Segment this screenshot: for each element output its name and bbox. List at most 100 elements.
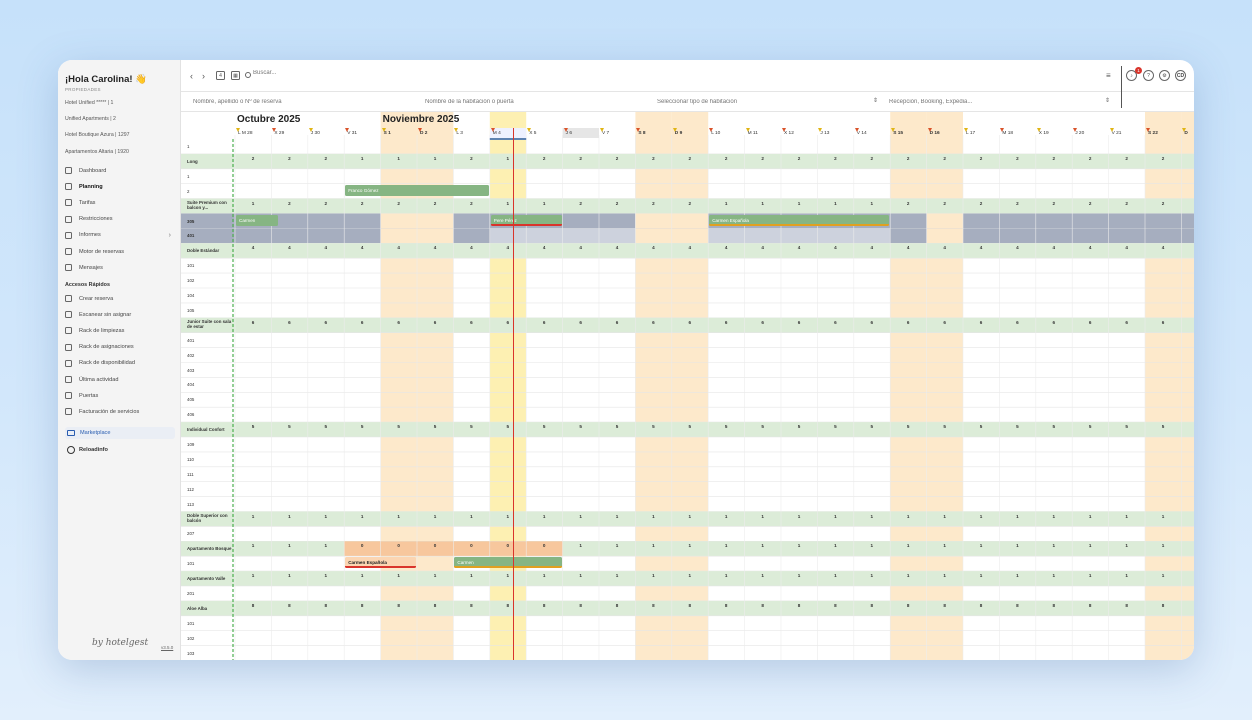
reservation-bar[interactable]: Carmen Española xyxy=(709,214,890,226)
availability-count: 8 xyxy=(834,602,837,608)
search-input[interactable] xyxy=(253,70,453,76)
room-number-label: 405 xyxy=(187,397,195,403)
availability-count: 4 xyxy=(870,245,874,251)
quick-item-rack-de-limpiezas[interactable]: Rack de limpiezas xyxy=(65,325,175,336)
reservation-bar[interactable]: Carmen xyxy=(454,557,562,569)
channel-select[interactable] xyxy=(889,96,1099,108)
marketplace-button[interactable]: Marketplace xyxy=(65,427,175,439)
app-window: ¡Hola Carolina! 👋 PROPIEDADES Hotel Unif… xyxy=(58,60,1194,660)
quick-label: Rack de limpiezas xyxy=(79,327,125,334)
room-type-label: Junior Suite con sala de estar xyxy=(187,318,232,329)
nav-item-mensajes[interactable]: Mensajes xyxy=(65,262,175,273)
user-avatar[interactable]: CD xyxy=(1175,70,1186,81)
cleaning-icon xyxy=(65,327,72,335)
event-flag-icon xyxy=(563,128,568,132)
availability-count: 1 xyxy=(1161,513,1165,519)
assign-icon xyxy=(65,343,72,351)
nav-label: Mensajes xyxy=(79,264,103,271)
availability-count: 8 xyxy=(579,602,582,608)
availability-count: 1 xyxy=(251,543,255,549)
calendar-icon[interactable]: 4 xyxy=(216,71,225,80)
availability-count: 2 xyxy=(324,155,328,161)
nav-item-motor-de-reservas[interactable]: Motor de reservas xyxy=(65,246,175,257)
availability-count: 8 xyxy=(615,602,619,608)
reload-icon xyxy=(67,446,75,454)
availability-count: 8 xyxy=(724,602,728,608)
available-cell xyxy=(671,228,709,244)
help-icon[interactable]: ? xyxy=(1143,70,1154,81)
filter-icon[interactable]: ≡ xyxy=(1106,71,1111,80)
property-item[interactable]: Unified Apartments | 2 xyxy=(65,116,116,122)
availability-count: 4 xyxy=(834,245,837,251)
availability-count: 6 xyxy=(288,319,291,325)
quick-item-rack-de-disponibilidad[interactable]: Rack de disponibilidad xyxy=(65,358,175,369)
grid-view-icon[interactable]: ▦ xyxy=(231,71,240,80)
dashboard-icon xyxy=(65,167,72,174)
nav-item-restricciones[interactable]: Restricciones xyxy=(65,214,175,225)
reservation-bar[interactable]: Carmen xyxy=(236,214,278,226)
availability-count: 1 xyxy=(943,543,946,549)
availability-count: 8 xyxy=(652,602,655,608)
availability-count: 1 xyxy=(652,513,655,519)
quick-item-crear-reserva[interactable]: Crear reserva xyxy=(65,293,175,304)
room-number-label: 1 xyxy=(187,173,190,179)
availability-count: 5 xyxy=(360,424,364,430)
availability-count: 6 xyxy=(1189,320,1194,325)
reservation-bar[interactable]: Pere Pérez xyxy=(490,214,562,226)
version-link[interactable]: v3.5.0 xyxy=(161,645,173,650)
plus-circle-icon xyxy=(65,295,72,302)
room-type-label: Aloe Alba xyxy=(187,605,208,611)
nav-item-dashboard[interactable]: Dashboard xyxy=(65,165,175,176)
availability-count: 1 xyxy=(1052,573,1056,579)
availability-count: 2 xyxy=(1125,200,1128,206)
property-item[interactable]: Apartamentos Altaria | 1920 xyxy=(65,149,129,155)
forward-button[interactable]: › xyxy=(202,71,205,81)
room-type-label: Long xyxy=(187,158,198,164)
availability-count: 2 xyxy=(1161,155,1165,161)
availability-count: 1 xyxy=(979,543,983,549)
nav-item-tarifas[interactable]: Tarifas xyxy=(65,197,175,208)
availability-count: 5 xyxy=(834,424,837,430)
availability-count: 4 xyxy=(1125,245,1128,251)
day-header: L M 28 xyxy=(238,131,253,136)
chevron-updown-icon: ⇕ xyxy=(873,98,879,104)
quick-item-puertas[interactable]: Puertas xyxy=(65,390,175,401)
nav-label: Motor de reservas xyxy=(79,248,125,255)
availability-count: 4 xyxy=(1088,245,1092,251)
availability-count: 1 xyxy=(397,573,400,579)
quick-item-rack-de-asignaciones[interactable]: Rack de asignaciones xyxy=(65,342,175,353)
availability-count: 8 xyxy=(906,602,910,608)
quick-item-ultima-actividad[interactable]: Última actividad xyxy=(65,374,175,385)
quick-label: Escanear sin asignar xyxy=(79,311,132,318)
property-item[interactable]: Hotel Boutique Azura | 1297 xyxy=(65,132,130,138)
reload-button[interactable]: Reloadinfo xyxy=(67,446,108,454)
reservation-bar[interactable]: Carmen Española xyxy=(345,557,416,569)
availability-count: 4 xyxy=(615,245,619,251)
available-cell xyxy=(926,228,963,244)
room-number-label: 404 xyxy=(187,382,195,388)
availability-count: 4 xyxy=(360,245,364,251)
availability-count: 1 xyxy=(1189,514,1194,519)
nav-item-planning[interactable]: Planning xyxy=(65,181,175,192)
quick-item-escanear-sin-asignar[interactable]: Escanear sin asignar xyxy=(65,309,175,320)
room-search-input[interactable] xyxy=(425,96,625,108)
availability-count: 2 xyxy=(1052,200,1056,206)
quick-item-facturacion-de-servicios[interactable]: Facturación de servicios xyxy=(65,406,175,417)
property-item[interactable]: Hotel Unified ***** | 1 xyxy=(65,100,113,106)
back-button[interactable]: ‹ xyxy=(190,71,193,81)
settings-icon[interactable]: ⚙ xyxy=(1159,70,1170,81)
availability-count: 0 xyxy=(360,543,364,549)
availability-count: 2 xyxy=(1161,200,1165,206)
nav-item-informes[interactable]: Informes › xyxy=(65,230,175,241)
availability-count: 1 xyxy=(724,200,728,206)
room-number-label: 112 xyxy=(187,486,194,492)
blocked-cell xyxy=(853,228,891,244)
guest-search-input[interactable] xyxy=(193,96,393,108)
room-type-select[interactable] xyxy=(657,96,867,108)
blocked-cell xyxy=(599,228,636,244)
reservation-bar[interactable]: Franco Gómez xyxy=(345,184,489,196)
availability-count: 2 xyxy=(943,155,946,161)
event-flag-icon xyxy=(527,128,532,132)
availability-count: 1 xyxy=(943,513,946,519)
availability-count: 1 xyxy=(433,513,437,519)
